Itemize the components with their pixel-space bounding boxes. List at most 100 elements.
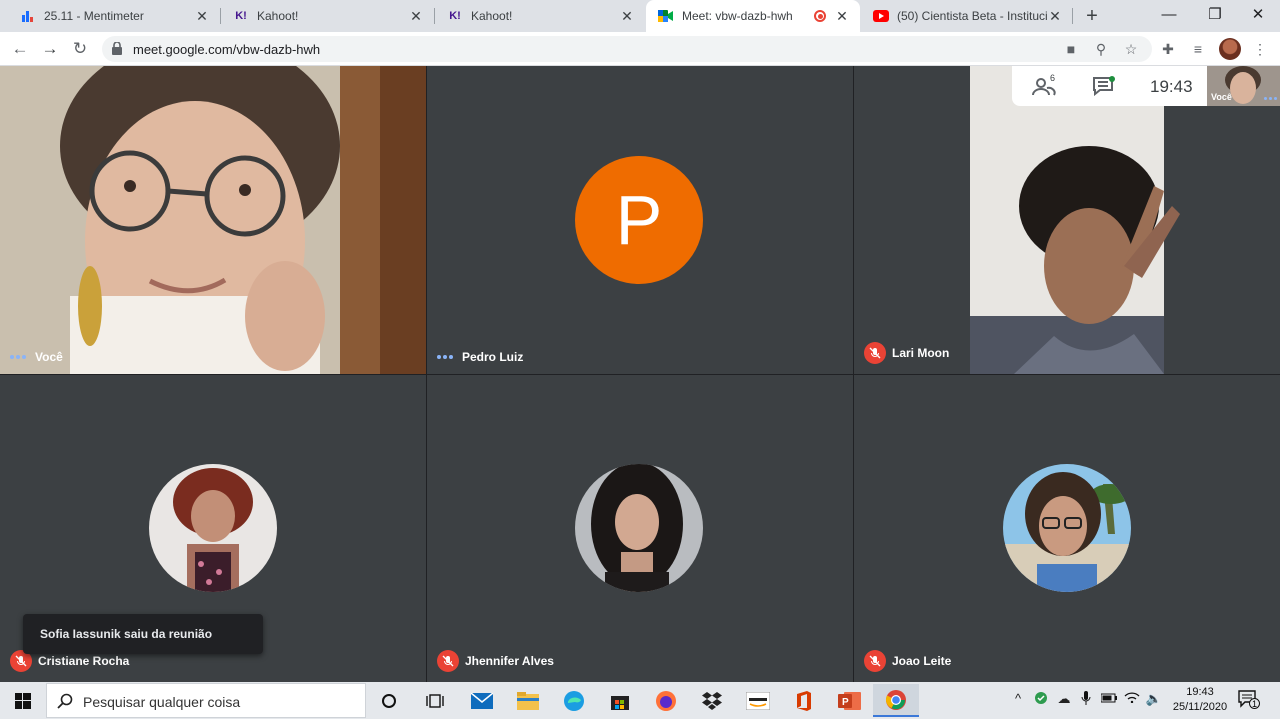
tab-title: Kahoot! xyxy=(471,9,513,23)
cortana-button[interactable] xyxy=(366,684,412,717)
avatar-photo xyxy=(1003,464,1131,592)
chevron-up-icon[interactable]: ^ xyxy=(1008,691,1028,706)
participant-label: Jhennifer Alves xyxy=(437,650,554,672)
participant-left-toast: Sofia Iassunik saiu da reunião xyxy=(23,614,263,654)
close-window-button[interactable]: ✕ xyxy=(1235,0,1280,32)
participant-name: Você xyxy=(35,350,63,364)
edge-icon xyxy=(564,690,584,711)
chrome-app[interactable] xyxy=(873,684,919,717)
notification-center-icon[interactable]: 1 xyxy=(1238,690,1260,710)
tab-kahoot-1[interactable]: K! Kahoot! ✕ xyxy=(221,0,434,32)
cortana-icon xyxy=(382,693,396,708)
menu-icon[interactable]: ⋮ xyxy=(1250,39,1270,59)
participant-name: Jhennifer Alves xyxy=(465,654,554,668)
close-icon[interactable]: ✕ xyxy=(194,8,210,25)
participant-name: Joao Leite xyxy=(892,654,952,668)
folder-icon xyxy=(517,691,539,710)
tab-meet[interactable]: Meet: vbw-dazb-hwh ✕ xyxy=(646,0,860,32)
forward-button[interactable]: → xyxy=(38,37,62,61)
task-view-button[interactable] xyxy=(412,684,458,717)
participant-label: Você xyxy=(10,350,63,364)
close-icon[interactable]: ✕ xyxy=(1047,8,1063,25)
taskbar-search[interactable]: Pesquisar qualquer coisa xyxy=(46,683,366,718)
participant-tile-pedro[interactable]: P Pedro Luiz xyxy=(427,66,853,374)
close-icon[interactable]: ✕ xyxy=(834,8,850,25)
minimize-button[interactable]: — xyxy=(1146,0,1192,32)
search-icon xyxy=(57,693,73,709)
reload-button[interactable]: ↻ xyxy=(68,37,92,61)
onedrive-icon[interactable]: ☁ xyxy=(1054,691,1074,707)
mic-off-icon xyxy=(864,650,886,672)
taskbar-time: 19:43 xyxy=(1186,686,1214,698)
chat-icon[interactable] xyxy=(1092,76,1116,96)
amazon-app[interactable] xyxy=(735,684,781,717)
tab-mentimeter[interactable]: 25.11 - Mentimeter ✕ xyxy=(8,0,220,32)
video-feed xyxy=(0,66,426,374)
svg-text:P: P xyxy=(842,697,849,708)
back-button[interactable]: ← xyxy=(8,37,32,61)
close-icon[interactable]: ✕ xyxy=(619,8,635,25)
camera-icon[interactable]: ■ xyxy=(1062,41,1080,57)
participant-name: Pedro Luiz xyxy=(462,350,524,364)
firefox-app[interactable] xyxy=(643,684,689,717)
participant-tile-jhennifer[interactable]: Jhennifer Alves xyxy=(427,375,853,682)
tab-title: Kahoot! xyxy=(257,9,299,23)
extensions-icon[interactable]: ✚ xyxy=(1158,39,1178,59)
store-app[interactable] xyxy=(597,684,643,717)
meeting-clock: 19:43 xyxy=(1150,77,1193,96)
mic-off-icon xyxy=(864,342,886,364)
dropbox-app[interactable] xyxy=(689,684,735,717)
avatar-initial: P xyxy=(575,156,703,284)
tab-youtube[interactable]: (50) Cientista Beta - Institucion ✕ xyxy=(861,0,1073,32)
tab-separator xyxy=(1072,8,1073,24)
sync-status-icon[interactable] xyxy=(1031,691,1051,708)
dropbox-icon xyxy=(702,691,722,710)
chrome-icon xyxy=(885,689,906,710)
kahoot-icon: K! xyxy=(449,10,461,22)
edge-app[interactable] xyxy=(551,684,597,717)
microphone-icon[interactable] xyxy=(1076,691,1096,709)
url-text: meet.google.com/vbw-dazb-hwh xyxy=(133,42,321,57)
profile-avatar[interactable] xyxy=(1219,38,1241,60)
powerpoint-icon: P xyxy=(838,691,861,710)
office-app[interactable] xyxy=(781,684,827,717)
zoom-icon[interactable]: ⚲ xyxy=(1092,41,1110,57)
participant-name: Lari Moon xyxy=(892,346,950,360)
taskbar-date: 25/11/2020 xyxy=(1172,701,1228,713)
mail-app[interactable] xyxy=(459,684,505,717)
new-tab-button[interactable]: + xyxy=(1080,4,1104,28)
wifi-icon[interactable] xyxy=(1122,691,1142,706)
self-view-thumbnail[interactable]: Você xyxy=(1207,66,1280,106)
participant-tile-joao[interactable]: Joao Leite xyxy=(854,375,1280,682)
volume-icon[interactable]: 🔈 xyxy=(1144,691,1164,707)
browser-tab-bar: 25.11 - Mentimeter ✕ K! Kahoot! ✕ K! Kah… xyxy=(0,0,1280,32)
restore-button[interactable]: ❐ xyxy=(1192,0,1238,32)
start-button[interactable] xyxy=(0,682,46,719)
battery-icon[interactable] xyxy=(1099,691,1119,706)
amazon-icon xyxy=(746,691,770,710)
video-feed xyxy=(854,66,1280,374)
participant-tile-self[interactable]: Você xyxy=(0,66,426,374)
taskbar-clock[interactable]: 19:43 25/11/2020 xyxy=(1170,685,1230,715)
participant-count-badge: 6 xyxy=(1050,73,1056,83)
bookmark-star-icon[interactable]: ☆ xyxy=(1122,41,1140,57)
tab-kahoot-2[interactable]: K! Kahoot! ✕ xyxy=(435,0,645,32)
windows-taskbar: Pesquisar qualquer coisa P ^ ☁ 🔈 19:43 2… xyxy=(0,682,1280,719)
media-control-icon[interactable]: ≡ xyxy=(1188,39,1208,59)
mail-icon xyxy=(471,692,493,709)
powerpoint-app[interactable]: P xyxy=(827,684,873,717)
participant-name: Cristiane Rocha xyxy=(38,654,130,668)
task-view-icon xyxy=(426,693,444,708)
store-icon xyxy=(611,695,629,710)
self-view-label: Você xyxy=(1211,92,1232,102)
speaking-indicator-icon xyxy=(10,355,26,359)
lock-icon xyxy=(112,42,122,55)
close-icon[interactable]: ✕ xyxy=(408,8,424,25)
address-bar[interactable]: meet.google.com/vbw-dazb-hwh ■ ⚲ ☆ xyxy=(102,36,1152,62)
participant-label: Pedro Luiz xyxy=(437,350,523,364)
meet-top-controls: 6 19:43 xyxy=(1012,66,1207,106)
participant-tile-lari[interactable]: Lari Moon xyxy=(854,66,1280,374)
participant-label: Lari Moon xyxy=(864,342,949,364)
file-explorer-app[interactable] xyxy=(505,684,551,717)
speaking-indicator-icon xyxy=(437,355,453,359)
